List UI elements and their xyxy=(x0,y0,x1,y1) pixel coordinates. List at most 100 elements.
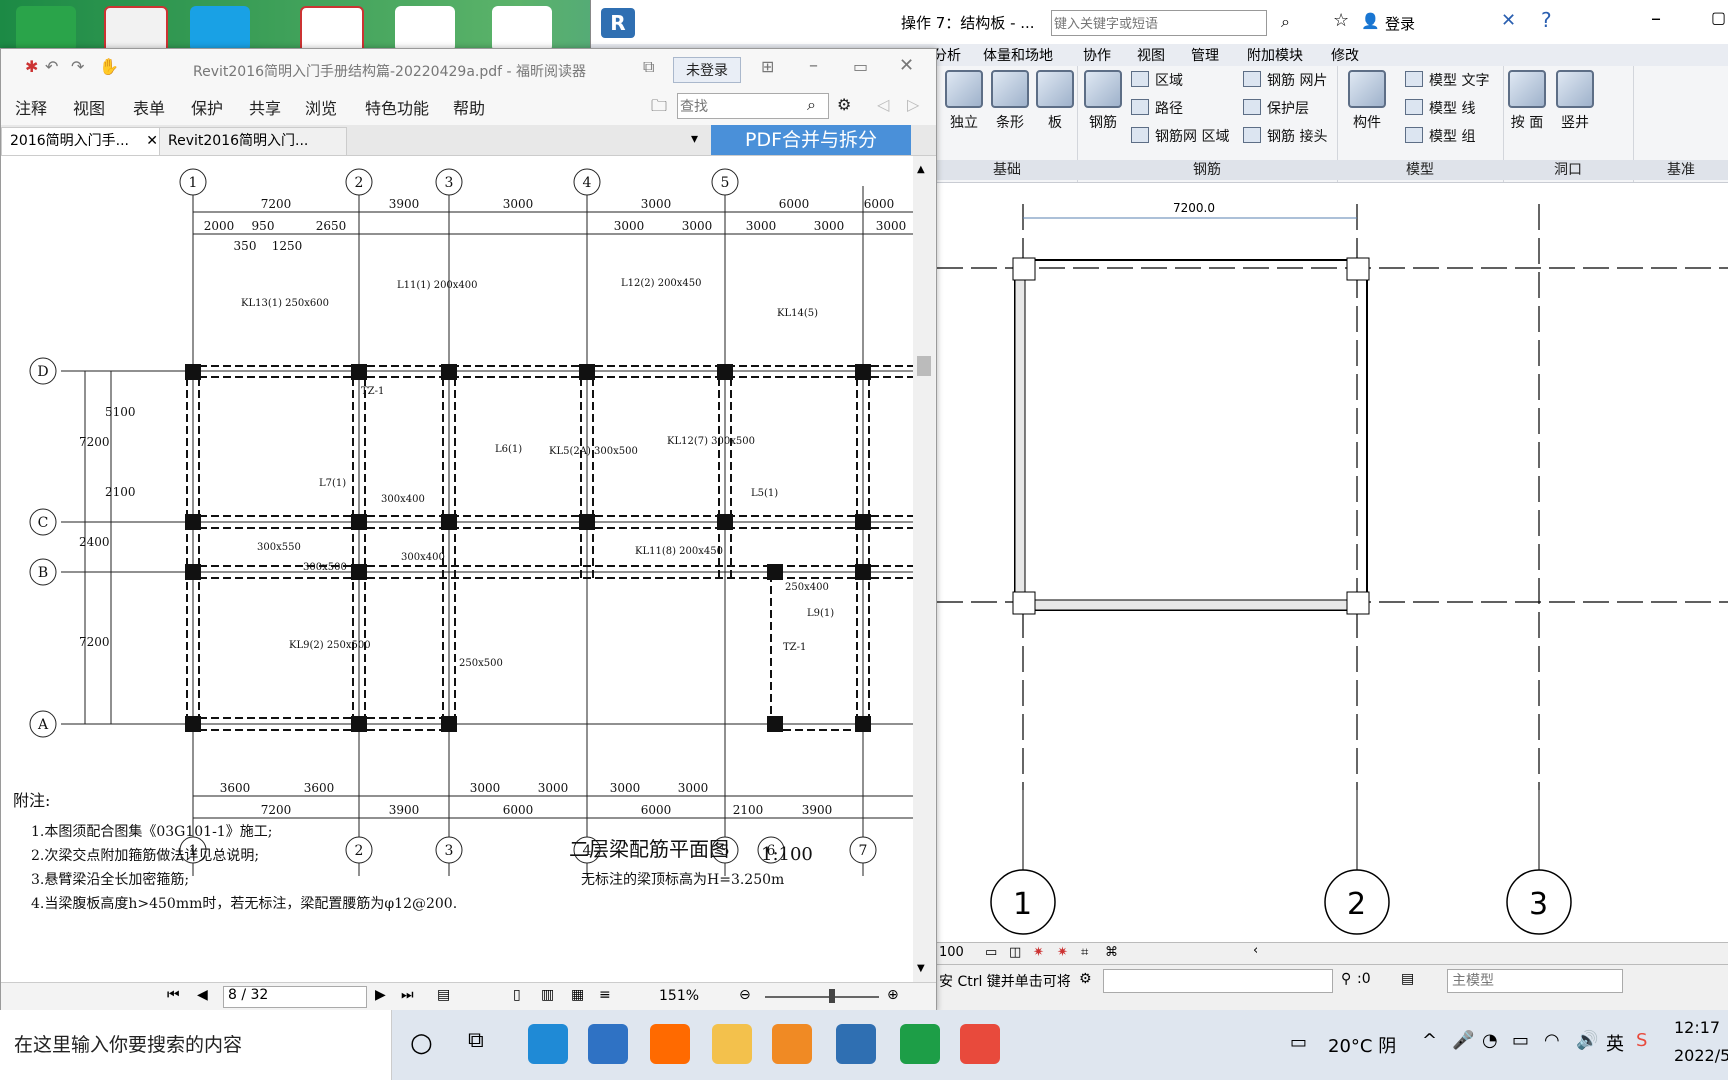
battery-icon[interactable]: ▭ xyxy=(1512,1030,1529,1051)
search-icon[interactable]: ⌕ xyxy=(807,95,816,115)
temp-hide-icon[interactable]: ⌘ xyxy=(1105,945,1118,960)
single-page-icon[interactable]: ▯ xyxy=(513,987,521,1003)
network-icon[interactable]: ◔ xyxy=(1482,1030,1498,1051)
document-tab-1[interactable]: 2016简明入门手... ✕ xyxy=(1,127,165,155)
show-hidden-icons[interactable]: ^ xyxy=(1422,1030,1437,1051)
prev-page-icon[interactable]: ◀ xyxy=(197,987,208,1003)
volume-icon[interactable]: 🔊 xyxy=(1576,1030,1598,1051)
slab-foundation-button[interactable]: 板 xyxy=(1035,70,1075,132)
edge-icon[interactable] xyxy=(528,1024,568,1064)
layout-icon[interactable]: ⊞ xyxy=(761,57,774,76)
desktop-app-icon[interactable] xyxy=(190,6,250,52)
cover-page-icon[interactable]: ≡ xyxy=(599,987,611,1003)
login-button[interactable]: 登录 xyxy=(1385,13,1415,34)
editing-requests-icon[interactable]: ⚲ xyxy=(1341,971,1351,987)
first-page-icon[interactable]: ⏮ xyxy=(167,987,180,1003)
app-red-icon[interactable] xyxy=(960,1024,1000,1064)
tab-massing[interactable]: 体量和场地 xyxy=(983,45,1053,65)
microphone-icon[interactable]: 🎤 xyxy=(1452,1030,1474,1051)
clock-time[interactable]: 12:17 xyxy=(1674,1018,1720,1037)
facing-page-icon[interactable]: ▦ xyxy=(571,987,584,1003)
zoom-slider[interactable] xyxy=(765,996,879,998)
menu-share[interactable]: 共享 xyxy=(249,95,281,119)
tab-view[interactable]: 视图 xyxy=(1137,45,1165,65)
tab-modify[interactable]: 修改 xyxy=(1331,45,1359,65)
tab-dropdown-icon[interactable]: ▾ xyxy=(691,131,698,147)
rebar-coupler-button[interactable]: 钢筋 接头 xyxy=(1243,126,1327,146)
star-icon[interactable]: ☆ xyxy=(1333,10,1349,31)
desktop-app-icon[interactable] xyxy=(16,6,76,52)
fabric-sheet-button[interactable]: 钢筋 网片 xyxy=(1243,70,1327,90)
design-options-icon[interactable]: ▤ xyxy=(1401,971,1414,987)
hand-tool-icon[interactable]: ✋ xyxy=(99,57,119,76)
share-icon[interactable]: ⧉ xyxy=(643,57,654,77)
exchange-icon[interactable]: ✕ xyxy=(1501,10,1516,31)
revit-search-input[interactable] xyxy=(1051,10,1267,36)
sun-path-icon[interactable]: ✷ xyxy=(1033,945,1044,960)
tab-analyze[interactable]: 分析 xyxy=(933,45,961,65)
next-page-icon[interactable]: ▶ xyxy=(375,987,386,1003)
redo-icon[interactable]: ↷ xyxy=(71,57,84,76)
menu-annotate[interactable]: 注释 xyxy=(15,95,47,119)
menu-view[interactable]: 视图 xyxy=(73,95,105,119)
close-icon[interactable]: ✕ xyxy=(899,55,914,76)
app-green-icon[interactable] xyxy=(900,1024,940,1064)
menu-protect[interactable]: 保护 xyxy=(191,95,223,119)
input-method[interactable]: 英 xyxy=(1606,1030,1624,1056)
taskbar-search-box[interactable]: 在这里输入你要搜索的内容 xyxy=(0,1010,392,1080)
save-icon[interactable]: ✱ xyxy=(25,57,38,76)
fabric-area-button[interactable]: 钢筋网 区域 xyxy=(1131,126,1229,146)
shaft-button[interactable]: 竖井 xyxy=(1553,70,1597,132)
tab-addins[interactable]: 附加模块 xyxy=(1247,45,1303,65)
component-button[interactable]: 构件 xyxy=(1343,70,1391,132)
model-text-button[interactable]: 模型 文字 xyxy=(1405,70,1489,90)
minimize-icon[interactable]: – xyxy=(809,55,818,76)
weather-icon[interactable]: ▭ xyxy=(1290,1032,1307,1053)
revit-drawing-area[interactable]: 7200.0 1 2 3 xyxy=(937,190,1728,942)
foxit-reader-icon[interactable] xyxy=(772,1024,812,1064)
zoom-slider-thumb[interactable] xyxy=(829,989,835,1003)
column-2c[interactable] xyxy=(1346,591,1370,615)
column-2d[interactable] xyxy=(1346,257,1370,281)
view-scale[interactable]: 100 xyxy=(939,945,964,960)
crop-view-icon[interactable]: ⌗ xyxy=(1081,945,1088,960)
shadows-icon[interactable]: ✷ xyxy=(1057,945,1068,960)
file-explorer-icon[interactable] xyxy=(712,1024,752,1064)
rebar-button[interactable]: 钢筋 xyxy=(1081,70,1125,132)
beam-outline[interactable] xyxy=(1014,259,1368,611)
menu-form[interactable]: 表单 xyxy=(133,95,165,119)
left-beam[interactable] xyxy=(1014,259,1026,611)
column-1d[interactable] xyxy=(1012,257,1036,281)
mail-icon[interactable] xyxy=(588,1024,628,1064)
area-rebar-button[interactable]: 区域 xyxy=(1131,70,1183,90)
pdf-page-view[interactable]: 1 2 3 4 5 1 2 3 4 5 6 7 D C B A 7200 3900 3000 3000 6000 6000… xyxy=(1,156,913,982)
cover-button[interactable]: 保护层 xyxy=(1243,98,1309,118)
desktop-app-icon[interactable] xyxy=(492,6,552,52)
document-tab-2[interactable]: Revit2016简明入门... xyxy=(159,127,347,155)
login-status-button[interactable]: 未登录 xyxy=(673,57,741,83)
weather-text[interactable]: 20°C 阴 xyxy=(1328,1032,1396,1058)
pdf-merge-split-button[interactable]: PDF合并与拆分 xyxy=(711,125,911,155)
desktop-app-icon[interactable] xyxy=(395,6,455,52)
wps-tray-icon[interactable]: S xyxy=(1636,1030,1647,1051)
revit-app-menu-icon[interactable]: R xyxy=(601,8,635,38)
zoom-value[interactable]: 151% xyxy=(659,988,699,1004)
next-result-icon[interactable]: ▷ xyxy=(907,95,919,114)
wall-foundation-button[interactable]: 条形 xyxy=(989,70,1031,132)
page-number-input[interactable]: 8 / 32 xyxy=(223,986,367,1008)
detail-level-icon[interactable]: ▭ xyxy=(985,945,997,960)
task-view-icon[interactable]: ⧉ xyxy=(468,1028,484,1053)
binoculars-icon[interactable]: ⌕ xyxy=(1281,12,1290,32)
cortana-icon[interactable]: ○ xyxy=(410,1028,433,1058)
help-icon[interactable]: ? xyxy=(1541,8,1552,32)
path-rebar-button[interactable]: 路径 xyxy=(1131,98,1183,118)
visual-style-icon[interactable]: ◫ xyxy=(1009,945,1021,960)
revit-taskbar-icon[interactable] xyxy=(836,1024,876,1064)
settings-icon[interactable]: ⚙ xyxy=(837,95,851,114)
scroll-left-icon[interactable]: ‹ xyxy=(1253,943,1258,958)
search-folder-icon[interactable]: 🗀 xyxy=(651,95,667,122)
workset-dropdown[interactable] xyxy=(1103,969,1333,993)
clock-date[interactable]: 2022/5 xyxy=(1674,1046,1728,1065)
scroll-up-icon[interactable]: ▲ xyxy=(917,164,925,175)
model-group-button[interactable]: 模型 组 xyxy=(1405,126,1475,146)
